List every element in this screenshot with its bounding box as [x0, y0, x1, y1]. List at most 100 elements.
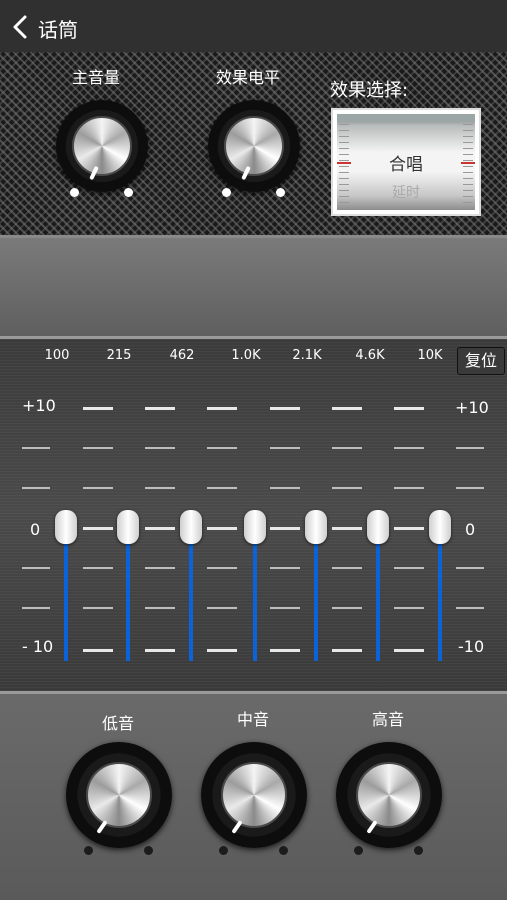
min-dot — [354, 846, 363, 855]
scale-dash — [332, 607, 362, 609]
effect-picker[interactable]: 合唱 延时 — [331, 108, 481, 216]
divider-panel — [0, 238, 507, 336]
scale-dash — [332, 407, 362, 410]
scale-dash — [270, 447, 300, 449]
scale-dash — [456, 607, 484, 609]
scale-dash — [394, 487, 424, 489]
chevron-left-icon[interactable] — [10, 14, 32, 40]
eq-slider-track[interactable] — [189, 527, 193, 661]
eq-slider-track[interactable] — [314, 527, 318, 661]
scale-dash — [207, 607, 237, 609]
scale-dash — [83, 407, 113, 410]
scale-dash — [145, 407, 175, 410]
scale-max-left: +10 — [22, 396, 56, 415]
scale-dash — [22, 567, 50, 569]
nav-bar: 话筒 — [0, 0, 507, 52]
scale-dash — [394, 567, 424, 569]
eq-slider-thumb-462[interactable] — [180, 510, 202, 544]
eq-slider-track[interactable] — [253, 527, 257, 661]
equalizer-panel: 100 215 462 1.0K 2.1K 4.6K 10K 复位 +10 +1… — [0, 336, 507, 694]
eq-slider-track[interactable] — [126, 527, 130, 661]
freq-label: 4.6K — [355, 348, 385, 363]
eq-slider-thumb-1.0K[interactable] — [244, 510, 266, 544]
effect-current-option[interactable]: 合唱 — [337, 150, 475, 175]
scale-dash — [83, 487, 113, 489]
tone-panel: 低音 中音 高音 — [0, 694, 507, 900]
scale-min-right: -10 — [458, 637, 485, 656]
scale-dash — [270, 407, 300, 410]
effect-level-label: 效果电平 — [216, 68, 281, 87]
scale-dash — [332, 527, 362, 530]
reset-button[interactable]: 复位 — [457, 347, 505, 375]
scale-min-left: - 10 — [22, 637, 54, 656]
scale-dash — [83, 527, 113, 530]
scale-dash — [145, 567, 175, 569]
min-dot — [84, 846, 93, 855]
scale-dash — [22, 447, 50, 449]
scale-dash — [270, 649, 300, 652]
scale-dash — [145, 447, 175, 449]
scale-dash — [270, 527, 300, 530]
scale-dash — [207, 407, 237, 410]
low-label: 低音 — [101, 714, 135, 733]
effect-select-label: 效果选择: — [330, 80, 409, 101]
freq-label: 100 — [44, 348, 70, 363]
scale-dash — [207, 447, 237, 449]
scale-dash — [332, 649, 362, 652]
scale-dash — [145, 607, 175, 609]
scale-dash — [394, 649, 424, 652]
scale-zero-left: 0 — [30, 520, 41, 539]
eq-slider-thumb-100[interactable] — [55, 510, 77, 544]
freq-label: 1.0K — [231, 348, 261, 363]
scale-dash — [207, 649, 237, 652]
mid-knob[interactable] — [201, 742, 307, 848]
max-dot — [144, 846, 153, 855]
scale-dash — [394, 407, 424, 410]
max-dot — [124, 188, 133, 197]
scale-dash — [394, 607, 424, 609]
freq-label: 2.1K — [292, 348, 322, 363]
master-volume-label: 主音量 — [72, 68, 121, 87]
scale-dash — [456, 487, 484, 489]
freq-label: 215 — [106, 348, 132, 363]
eq-slider-track[interactable] — [438, 527, 442, 661]
scale-dash — [332, 487, 362, 489]
scale-dash — [22, 487, 50, 489]
page-title: 话筒 — [38, 18, 78, 42]
scale-dash — [207, 567, 237, 569]
scale-dash — [145, 649, 175, 652]
scale-dash — [83, 447, 113, 449]
scale-dash — [207, 487, 237, 489]
scale-dash — [270, 607, 300, 609]
high-label: 高音 — [371, 710, 405, 729]
scale-dash — [332, 567, 362, 569]
scale-dash — [145, 487, 175, 489]
scale-max-right: +10 — [455, 398, 489, 417]
mid-label: 中音 — [236, 710, 270, 729]
bass-knob[interactable] — [66, 742, 172, 848]
eq-slider-thumb-2.1K[interactable] — [305, 510, 327, 544]
scale-dash — [270, 567, 300, 569]
freq-label: 462 — [169, 348, 195, 363]
min-dot — [219, 846, 228, 855]
max-dot — [414, 846, 423, 855]
master-volume-knob[interactable] — [56, 100, 148, 192]
scale-zero-right: 0 — [465, 520, 476, 539]
scale-dash — [394, 527, 424, 530]
scale-dash — [332, 447, 362, 449]
eq-slider-track[interactable] — [64, 527, 68, 661]
scale-dash — [83, 649, 113, 652]
scale-dash — [83, 607, 113, 609]
scale-dash — [456, 567, 484, 569]
eq-slider-thumb-215[interactable] — [117, 510, 139, 544]
eq-slider-thumb-10K[interactable] — [429, 510, 451, 544]
min-dot — [222, 188, 231, 197]
effect-next-option[interactable]: 延时 — [337, 182, 475, 202]
eq-slider-track[interactable] — [376, 527, 380, 661]
scale-dash — [83, 567, 113, 569]
scale-dash — [22, 607, 50, 609]
effect-level-knob[interactable] — [208, 100, 300, 192]
treble-knob[interactable] — [336, 742, 442, 848]
max-dot — [279, 846, 288, 855]
eq-slider-thumb-4.6K[interactable] — [367, 510, 389, 544]
